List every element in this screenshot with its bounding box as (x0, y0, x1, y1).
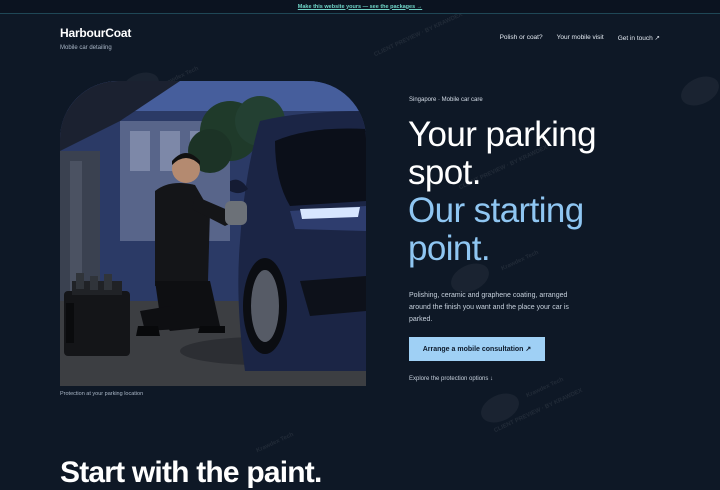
brand-tagline: Mobile car detailing (60, 45, 112, 51)
brand[interactable]: HarbourCoat Mobile car detailing (60, 26, 131, 51)
watermark-text: Krawdex Tech (255, 431, 295, 455)
photo-caption: Protection at your parking location (60, 391, 144, 397)
watermark-text: CLIENT PREVIEW · BY KRAWDEX (373, 11, 464, 59)
nav-item-polish-or-coat[interactable]: Polish or coat? (500, 34, 543, 42)
headline-line-2: Our starting point. (408, 191, 584, 268)
hero-lede: Polishing, ceramic and graphene coating,… (409, 292, 569, 324)
nav-item-mobile-visit[interactable]: Your mobile visit (557, 34, 604, 42)
hero-headline: Your parking spot. Our starting point. (408, 116, 668, 268)
main-nav: Polish or coat? Your mobile visit Get in… (500, 34, 660, 42)
hero-photo (60, 81, 366, 386)
watermark-text: CLIENT PREVIEW · BY KRAWDEX (493, 387, 584, 435)
detailer-polishing-car-illustration (60, 81, 366, 386)
section-title: Start with the paint. (60, 456, 322, 489)
headline-line-1: Your parking spot. (408, 115, 597, 192)
explore-options-link[interactable]: Explore the protection options ↓ (409, 376, 493, 382)
hero-eyebrow: Singapore · Mobile car care (409, 97, 483, 103)
promo-link[interactable]: Make this website yours — see the packag… (298, 4, 422, 10)
watermark-text: Krawdex Tech (525, 376, 565, 400)
arrange-consultation-button[interactable]: Arrange a mobile consultation ↗ (409, 337, 545, 361)
nav-item-get-in-touch[interactable]: Get in touch ↗ (618, 34, 660, 42)
watermark-logo (676, 70, 720, 112)
promo-bar: Make this website yours — see the packag… (0, 0, 720, 14)
watermark-logo (476, 387, 524, 429)
brand-name[interactable]: HarbourCoat (60, 26, 131, 40)
